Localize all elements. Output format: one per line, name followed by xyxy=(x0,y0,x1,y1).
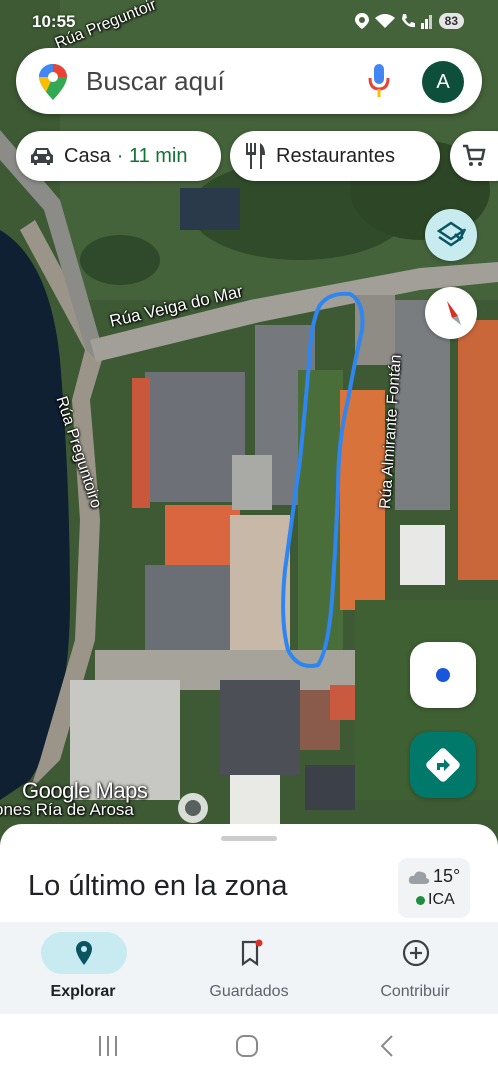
location-status-icon xyxy=(354,13,369,29)
car-icon xyxy=(31,148,53,165)
status-bar: 10:55 83 xyxy=(0,0,498,44)
back-icon[interactable] xyxy=(376,1034,400,1058)
home-icon[interactable] xyxy=(235,1034,259,1058)
satellite-map[interactable]: Rúa Preguntoir Rúa Veiga do Mar Rúa Almi… xyxy=(0,0,498,860)
home-chip[interactable]: Casa · 11 min xyxy=(16,131,221,181)
status-time: 10:55 xyxy=(32,12,76,31)
shopping-chip[interactable] xyxy=(450,131,498,181)
bookmark-icon xyxy=(241,939,263,967)
layers-icon xyxy=(436,221,467,247)
account-avatar[interactable]: A xyxy=(422,61,464,103)
bottom-navigation: Explorar Guardados Contribuir xyxy=(0,922,498,1014)
my-location-button[interactable] xyxy=(410,642,476,708)
shopping-cart-icon xyxy=(463,144,486,166)
sheet-title: Lo último en la zona xyxy=(28,870,288,902)
directions-button[interactable] xyxy=(410,732,476,798)
system-navigation-bar xyxy=(0,1014,498,1080)
home-chip-label: Casa xyxy=(64,144,111,167)
layers-button[interactable] xyxy=(425,209,477,261)
air-quality-dot xyxy=(416,896,425,905)
wifi-icon xyxy=(374,14,395,28)
my-location-icon xyxy=(436,668,450,682)
nav-saved[interactable]: Guardados xyxy=(166,922,332,1014)
signal-icon xyxy=(420,15,432,29)
nav-contribute-label: Contribuir xyxy=(380,983,450,1000)
battery-indicator: 83 xyxy=(438,13,464,29)
air-quality-label: ICA xyxy=(428,891,455,908)
cloud-icon xyxy=(408,871,430,884)
call-icon xyxy=(401,14,415,28)
search-input[interactable]: Buscar aquí xyxy=(86,66,225,97)
weather-card[interactable]: 15° ICA xyxy=(398,858,470,918)
bottom-sheet[interactable]: Lo último en la zona 15° ICA xyxy=(0,824,498,934)
home-chip-eta: 11 min xyxy=(128,144,188,167)
restaurants-chip[interactable]: Restaurantes xyxy=(230,131,440,181)
nav-contribute[interactable]: Contribuir xyxy=(332,922,498,1014)
add-circle-icon xyxy=(402,939,430,967)
compass-button[interactable] xyxy=(425,287,477,339)
restaurants-chip-label: Restaurantes xyxy=(276,144,395,167)
area-label: ones Ría de Arosa xyxy=(0,800,134,819)
nav-saved-label: Guardados xyxy=(209,983,289,1000)
home-chip-separator: · xyxy=(116,144,124,167)
microphone-icon[interactable] xyxy=(368,64,390,98)
restaurant-icon xyxy=(246,143,265,169)
search-bar[interactable]: Buscar aquí A xyxy=(16,48,482,114)
nav-explore[interactable]: Explorar xyxy=(0,922,166,1014)
google-maps-pin-icon xyxy=(39,64,67,100)
temperature: 15° xyxy=(433,866,461,886)
compass-icon xyxy=(447,301,461,325)
sheet-drag-handle[interactable] xyxy=(221,836,277,841)
explore-pin-icon xyxy=(76,941,92,965)
directions-icon xyxy=(426,748,460,782)
recent-apps-icon[interactable] xyxy=(96,1034,120,1058)
status-icons: 83 xyxy=(354,13,464,29)
nav-explore-label: Explorar xyxy=(50,983,116,1000)
location-marker-icon[interactable] xyxy=(178,793,208,823)
